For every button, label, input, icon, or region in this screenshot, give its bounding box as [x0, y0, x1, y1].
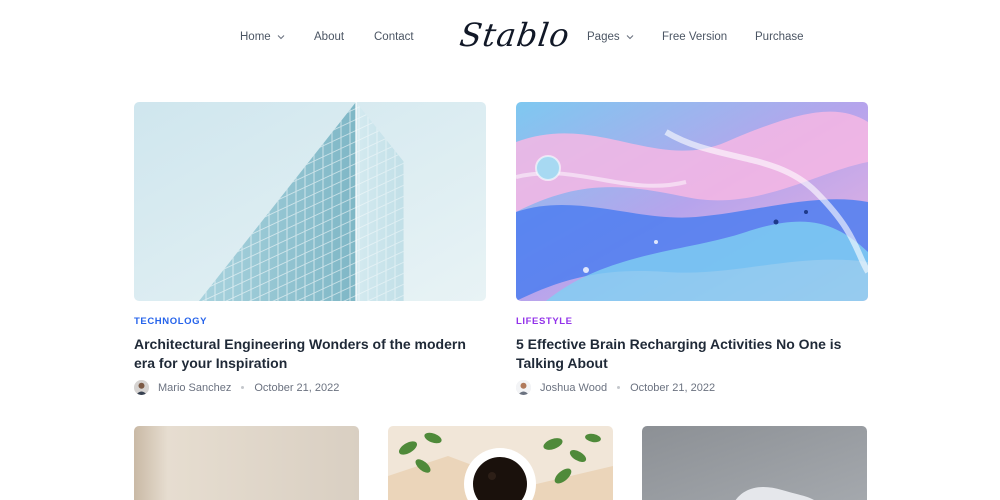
post-category[interactable]: LIFESTYLE: [516, 316, 573, 327]
post-image-gray-sculpture[interactable]: [642, 426, 867, 500]
post-meta: Mario Sanchez October 21, 2022: [134, 380, 339, 395]
post-image-beige-interior[interactable]: [134, 426, 359, 500]
nav-contact[interactable]: Contact: [374, 31, 414, 43]
fluid-paint-image: [516, 102, 868, 301]
coffee-cup-leaves-image: [388, 426, 613, 500]
nav-free-version-label: Free Version: [662, 31, 728, 43]
author-avatar: [516, 380, 531, 395]
gray-sculpture-image: [642, 426, 867, 500]
post-author[interactable]: Joshua Wood: [540, 382, 607, 394]
site-logo[interactable]: Stablo: [457, 16, 572, 54]
post-title[interactable]: Architectural Engineering Wonders of the…: [134, 335, 486, 373]
nav-purchase-label: Purchase: [755, 31, 804, 43]
nav-home[interactable]: Home: [240, 31, 286, 43]
post-image-glass-building[interactable]: [134, 102, 486, 301]
post-category[interactable]: TECHNOLOGY: [134, 316, 207, 327]
post-author[interactable]: Mario Sanchez: [158, 382, 231, 394]
post-date: October 21, 2022: [630, 381, 716, 394]
nav-free-version[interactable]: Free Version: [662, 31, 727, 43]
post-date: October 21, 2022: [254, 381, 340, 394]
post-meta: Joshua Wood October 21, 2022: [516, 380, 715, 395]
glass-building-image: [134, 102, 486, 301]
chevron-down-icon: [626, 35, 633, 40]
post-image-coffee-leaves[interactable]: [388, 426, 613, 500]
meta-separator: [241, 386, 245, 389]
post-image-fluid-paint[interactable]: [516, 102, 868, 301]
main-navigation: Home About Contact Stablo Pages Free Ver…: [0, 0, 1000, 78]
post-card: LIFESTYLE 5 Effective Brain Recharging A…: [516, 102, 868, 395]
nav-home-label: Home: [240, 31, 271, 43]
post-card: TECHNOLOGY Architectural Engineering Won…: [134, 102, 486, 395]
nav-pages[interactable]: Pages: [587, 31, 635, 43]
nav-purchase[interactable]: Purchase: [755, 31, 804, 43]
post-title[interactable]: 5 Effective Brain Recharging Activities …: [516, 335, 868, 373]
author-avatar: [134, 380, 149, 395]
nav-about-label: About: [314, 31, 345, 43]
beige-interior-image: [134, 426, 359, 500]
nav-pages-label: Pages: [587, 31, 620, 43]
nav-about[interactable]: About: [314, 31, 344, 43]
meta-separator: [617, 386, 621, 389]
chevron-down-icon: [277, 35, 285, 40]
nav-contact-label: Contact: [374, 31, 414, 43]
